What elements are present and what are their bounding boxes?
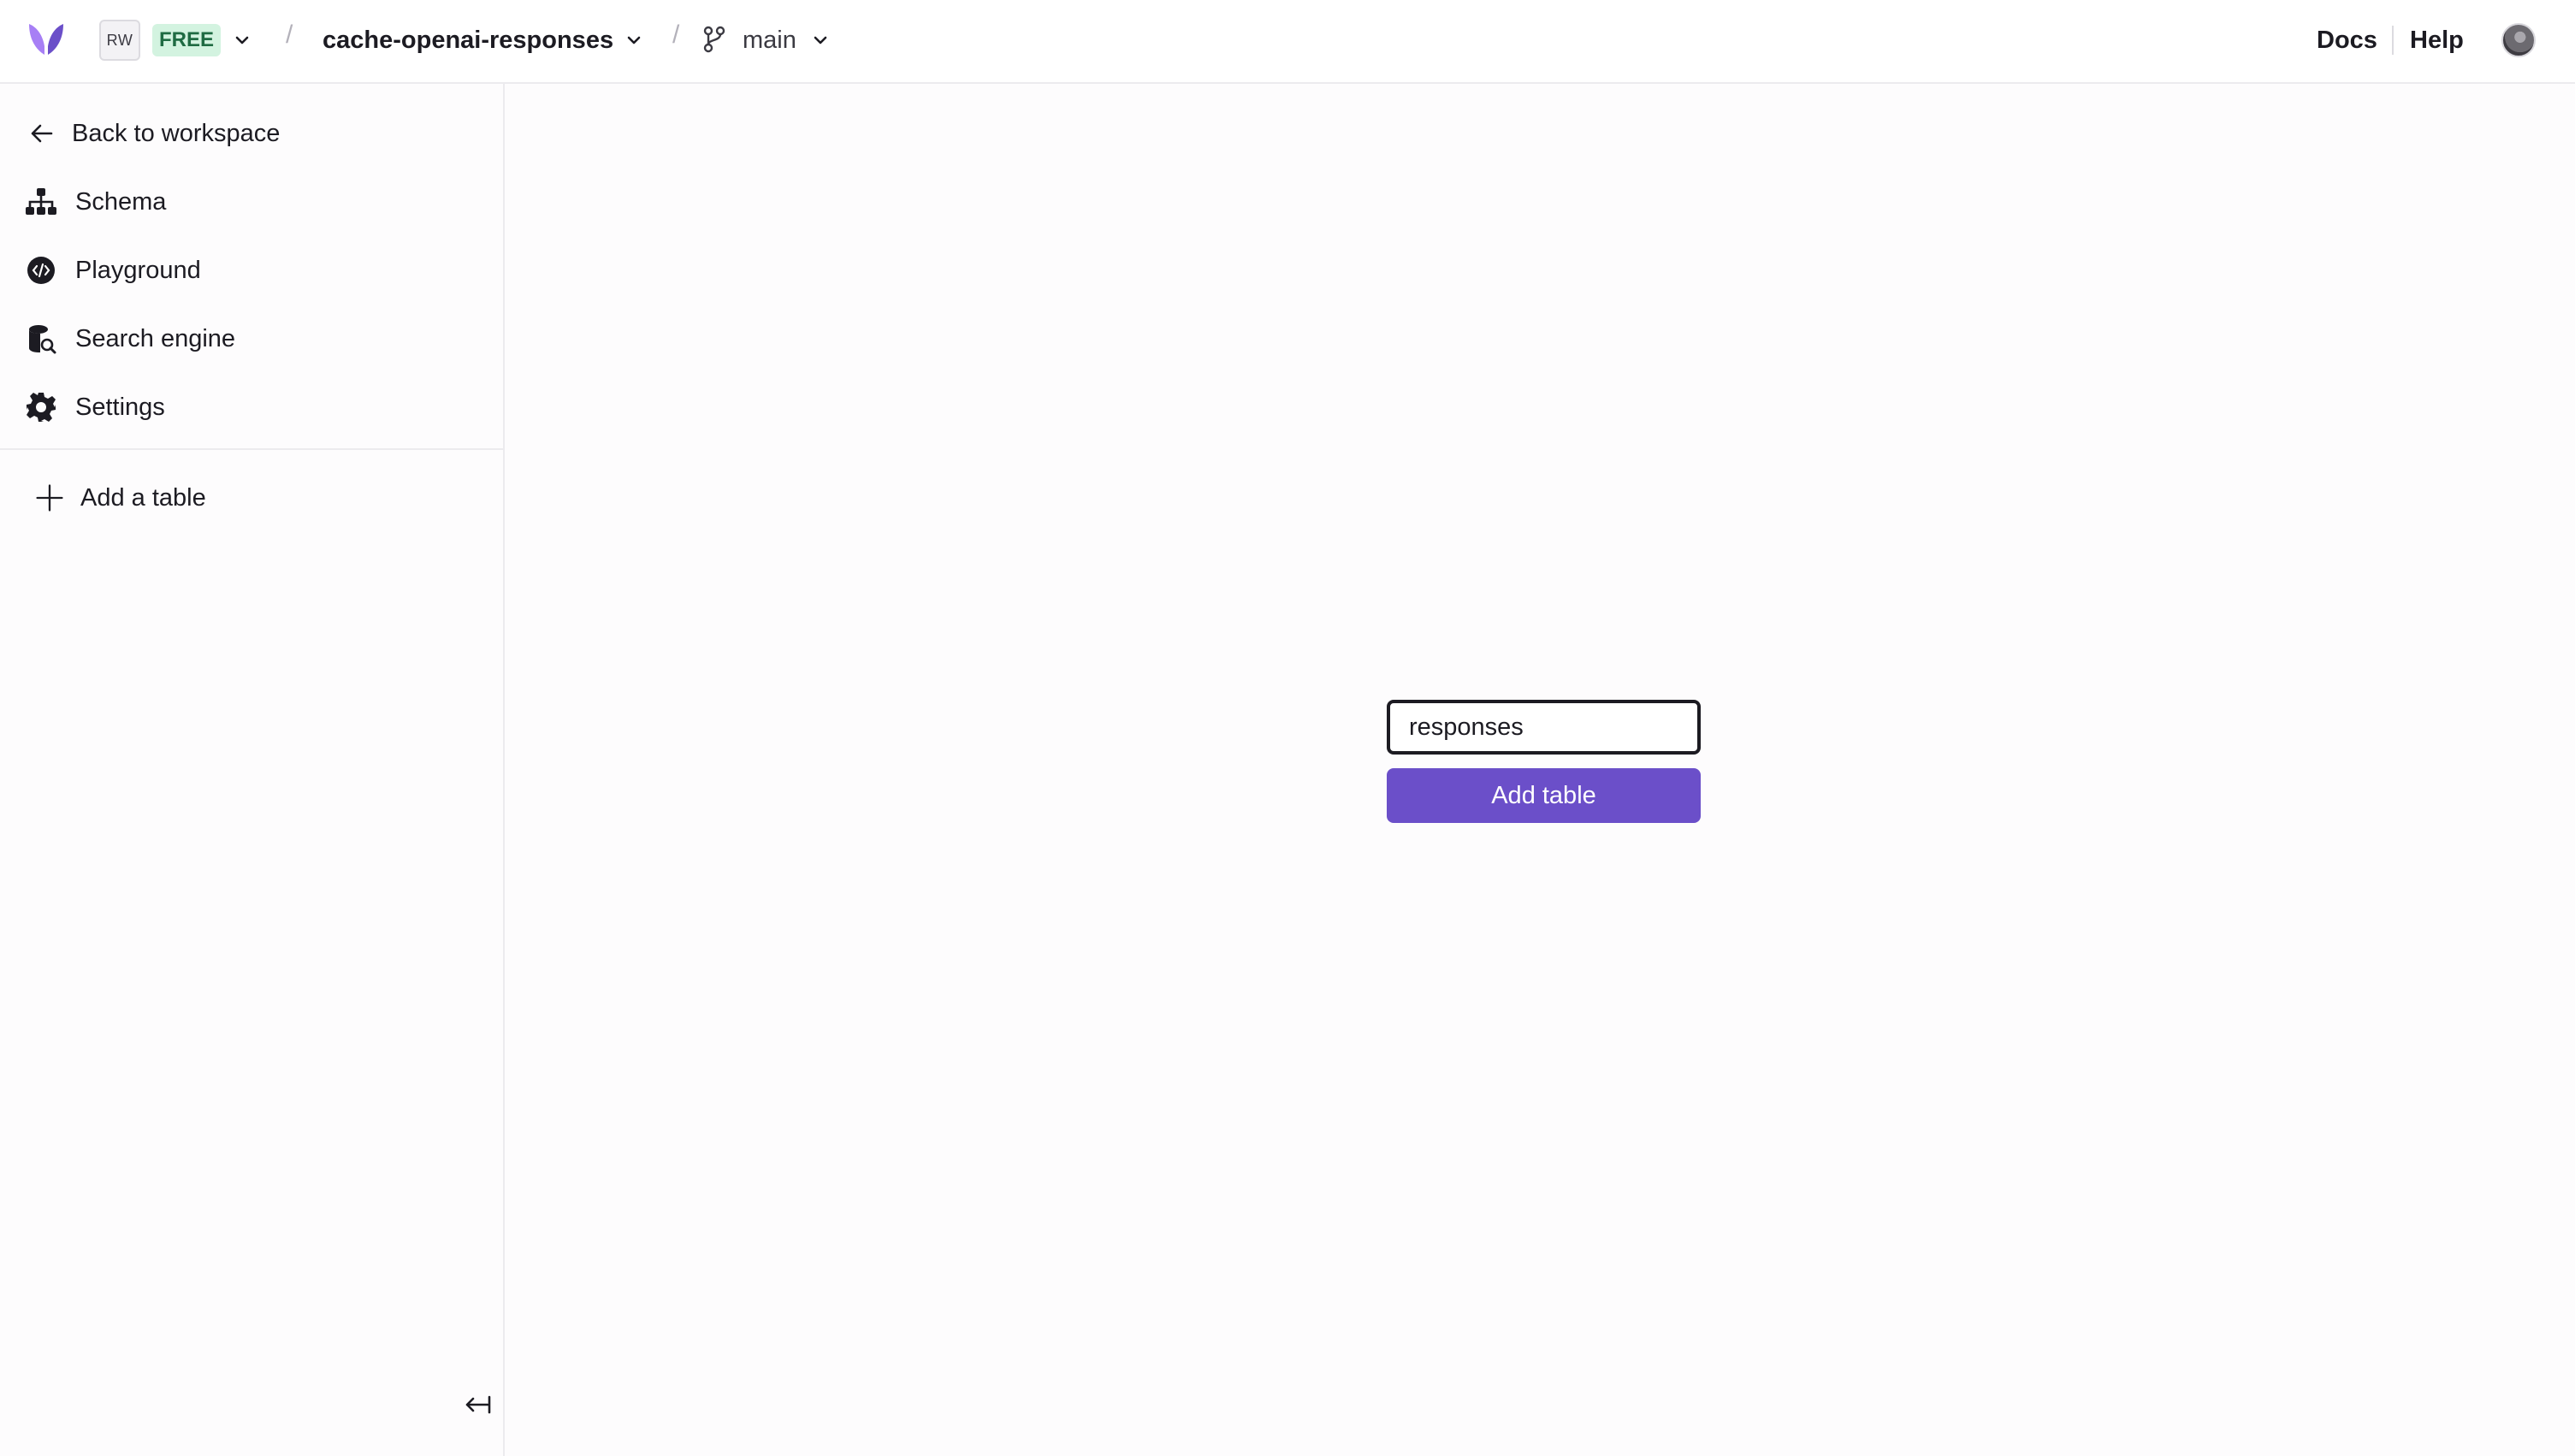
back-to-workspace-link[interactable]: Back to workspace	[27, 112, 280, 155]
breadcrumb-separator: /	[286, 21, 293, 49]
docs-link[interactable]: Docs	[2317, 24, 2377, 56]
schema-icon	[26, 188, 56, 215]
sidebar: Back to workspace Schema Playground Sear…	[0, 84, 505, 1456]
header-divider	[2392, 26, 2394, 55]
playground-icon	[27, 257, 55, 284]
workspace-avatar[interactable]: RW	[99, 20, 140, 61]
xata-logo-icon[interactable]	[26, 19, 67, 60]
chevron-down-icon[interactable]	[233, 31, 252, 50]
gear-icon	[27, 393, 56, 422]
database-selector[interactable]: cache-openai-responses	[323, 24, 613, 56]
sidebar-item-label: Playground	[75, 256, 201, 284]
add-a-table-label: Add a table	[80, 483, 206, 512]
add-table-button[interactable]: Add table	[1387, 768, 1701, 823]
collapse-sidebar-icon[interactable]	[462, 1389, 493, 1420]
sidebar-item-label: Settings	[75, 393, 165, 421]
breadcrumb-separator: /	[672, 21, 680, 49]
branch-selector[interactable]: main	[743, 24, 796, 56]
plus-icon	[36, 484, 63, 512]
plan-badge: FREE	[152, 24, 222, 56]
sidebar-item-schema[interactable]: Schema	[24, 181, 166, 223]
table-name-input[interactable]	[1387, 700, 1701, 755]
chevron-down-icon[interactable]	[625, 31, 643, 50]
search-engine-icon	[29, 325, 56, 354]
arrow-left-icon	[31, 124, 53, 143]
sidebar-item-label: Search engine	[75, 324, 236, 352]
help-link[interactable]: Help	[2410, 24, 2464, 56]
sidebar-item-label: Schema	[75, 187, 167, 216]
branch-icon	[703, 26, 725, 53]
sidebar-divider	[0, 448, 505, 450]
user-avatar[interactable]	[2501, 23, 2536, 57]
top-bar: RW FREE / cache-openai-responses / main …	[0, 0, 2575, 84]
sidebar-item-playground[interactable]: Playground	[24, 249, 201, 292]
back-label: Back to workspace	[72, 119, 281, 147]
add-a-table-button[interactable]: Add a table	[34, 476, 206, 519]
sidebar-item-settings[interactable]: Settings	[24, 386, 165, 429]
sidebar-item-search-engine[interactable]: Search engine	[24, 317, 235, 360]
chevron-down-icon[interactable]	[811, 31, 830, 50]
